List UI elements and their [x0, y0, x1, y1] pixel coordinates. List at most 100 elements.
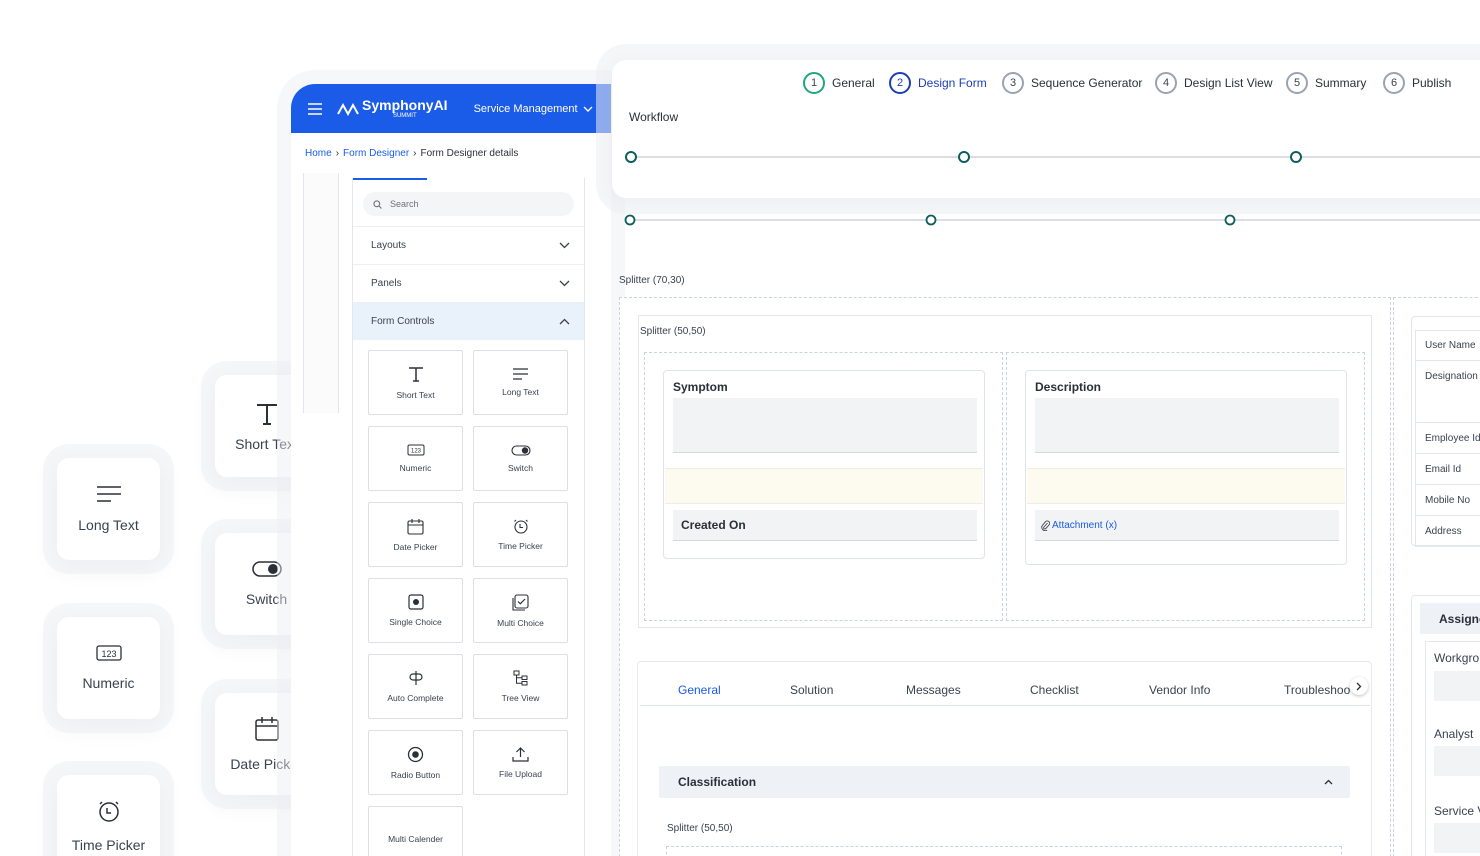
tab-solution[interactable]: Solution	[790, 683, 833, 697]
hamburger-icon[interactable]	[307, 102, 323, 115]
control-label: Single Choice	[389, 617, 442, 627]
tile-label: Time Picker	[71, 837, 146, 853]
brand-name: SymphonyAI	[362, 97, 448, 113]
step-design-form[interactable]: 2 Design Form	[889, 72, 987, 94]
tab-general[interactable]: General	[678, 683, 721, 697]
attachment-field[interactable]: Attachment (x)	[1035, 510, 1339, 541]
control-single-choice[interactable]: Single Choice	[368, 578, 463, 643]
radio-icon	[407, 746, 424, 762]
accordion-form-controls[interactable]: Form Controls	[353, 302, 584, 340]
tab-troubleshoot[interactable]: Troubleshoo	[1284, 683, 1350, 697]
control-auto-complete[interactable]: Auto Complete	[368, 654, 463, 719]
control-switch[interactable]: Switch	[473, 426, 568, 491]
symptom-card[interactable]: Symptom Created On	[663, 370, 985, 559]
breadcrumb-current: Form Designer details	[420, 147, 519, 159]
control-short-text[interactable]: Short Text	[368, 350, 463, 415]
step-sequence-generator[interactable]: 3 Sequence Generator	[1002, 72, 1142, 94]
control-file-upload[interactable]: File Upload	[473, 730, 568, 795]
control-label: Date Picker	[393, 541, 438, 552]
tabs-scroll-right-button[interactable]	[1350, 677, 1368, 695]
description-card[interactable]: Description Attachment (x)	[1025, 370, 1347, 565]
step-number: 4	[1155, 72, 1177, 94]
calendar-icon	[407, 518, 424, 535]
control-multi-choice[interactable]: Multi Choice	[473, 578, 568, 643]
control-label: Time Picker	[498, 541, 543, 551]
accordion-panels[interactable]: Panels	[353, 264, 584, 302]
symptom-field[interactable]	[673, 398, 977, 453]
field-designation[interactable]: Designation	[1415, 361, 1480, 423]
tile-time-picker[interactable]: Time Picker	[57, 775, 160, 856]
control-radio-button[interactable]: Radio Button	[368, 730, 463, 795]
tabs-divider	[640, 705, 1370, 706]
tile-label: Numeric	[82, 675, 135, 691]
control-long-text[interactable]: Long Text	[473, 350, 568, 415]
field-mobile-no[interactable]: Mobile No	[1415, 485, 1480, 516]
control-time-picker[interactable]: Time Picker	[473, 502, 568, 567]
accordion-layouts[interactable]: Layouts	[353, 226, 584, 264]
control-multi-calender[interactable]: Multi Calender	[368, 806, 463, 856]
accordion-label: Form Controls	[371, 316, 435, 327]
step-number: 3	[1002, 72, 1024, 94]
tab-checklist[interactable]: Checklist	[1030, 683, 1079, 697]
breadcrumb-form-designer[interactable]: Form Designer	[343, 148, 409, 159]
chevron-right-icon: ›	[335, 147, 340, 159]
control-tree-view[interactable]: Tree View	[473, 654, 568, 719]
lines-icon	[96, 486, 121, 502]
control-label: Long Text	[502, 387, 539, 397]
control-label: Switch	[507, 462, 534, 473]
description-field[interactable]	[1035, 398, 1339, 453]
field-analyst-input[interactable]	[1434, 746, 1480, 776]
control-date-picker[interactable]: Date Picker	[368, 502, 463, 567]
description-spacer	[1027, 468, 1345, 504]
workflow-line	[625, 151, 1480, 163]
field-user-name[interactable]: User Name	[1415, 330, 1480, 361]
chevron-right-icon: ›	[413, 147, 417, 159]
description-title: Description	[1035, 380, 1102, 394]
control-numeric[interactable]: 123 Numeric	[368, 426, 463, 491]
field-analyst-label: Analyst	[1434, 727, 1474, 741]
control-label: File Upload	[499, 768, 542, 779]
search-input[interactable]: Search	[363, 192, 574, 216]
tile-long-text[interactable]: Long Text	[57, 458, 160, 560]
module-selector[interactable]: Service Management	[474, 103, 578, 115]
created-on-field[interactable]: Created On	[673, 510, 977, 541]
assignment-fields: Workgro Analyst Service V	[1425, 641, 1480, 856]
breadcrumb-home[interactable]: Home	[305, 148, 332, 159]
field-workgroup-input[interactable]	[1434, 671, 1480, 701]
step-summary[interactable]: 5 Summary	[1286, 72, 1366, 94]
field-service-input[interactable]	[1434, 823, 1480, 853]
calendar-icon	[254, 717, 279, 741]
chevron-down-icon	[559, 242, 570, 249]
auto-complete-icon	[408, 671, 423, 685]
user-info-fields: User Name Designation Employee Id Email …	[1415, 330, 1480, 547]
classification-header[interactable]: Classification	[659, 766, 1350, 798]
chevron-down-icon	[559, 280, 570, 287]
lines-icon	[513, 368, 528, 380]
field-employee-id[interactable]: Employee Id	[1415, 423, 1480, 454]
breadcrumb: Home › Form Designer › Form Designer det…	[291, 133, 611, 173]
svg-text:123: 123	[101, 649, 116, 659]
control-label: Radio Button	[390, 769, 441, 780]
step-publish[interactable]: 6 Publish	[1383, 72, 1451, 94]
control-label: Numeric	[399, 463, 432, 473]
tab-vendor-info[interactable]: Vendor Info	[1149, 683, 1210, 697]
tile-label: Switch	[245, 591, 288, 607]
created-on-label: Created On	[681, 518, 746, 532]
tabs-panel	[637, 661, 1372, 856]
tab-messages[interactable]: Messages	[906, 683, 961, 697]
clock-icon	[513, 519, 528, 534]
chevron-down-icon[interactable]	[583, 106, 593, 112]
assignment-header[interactable]: Assigne	[1420, 603, 1480, 634]
search-icon	[373, 199, 382, 209]
panel-active-tab-indicator	[353, 178, 427, 180]
attachment-link[interactable]: Attachment (x)	[1052, 520, 1117, 531]
controls-grid: Short Text Long Text 123 Numeric Switch D…	[353, 340, 584, 856]
field-address[interactable]: Address	[1415, 516, 1480, 547]
tile-numeric[interactable]: 123 Numeric	[57, 617, 160, 719]
field-service-label: Service V	[1434, 804, 1480, 818]
tile-label: Long Text	[78, 517, 139, 533]
step-design-list-view[interactable]: 4 Design List View	[1155, 72, 1273, 94]
left-rail	[303, 173, 339, 413]
step-general[interactable]: 1 General	[803, 72, 875, 94]
field-email-id[interactable]: Email Id	[1415, 454, 1480, 485]
